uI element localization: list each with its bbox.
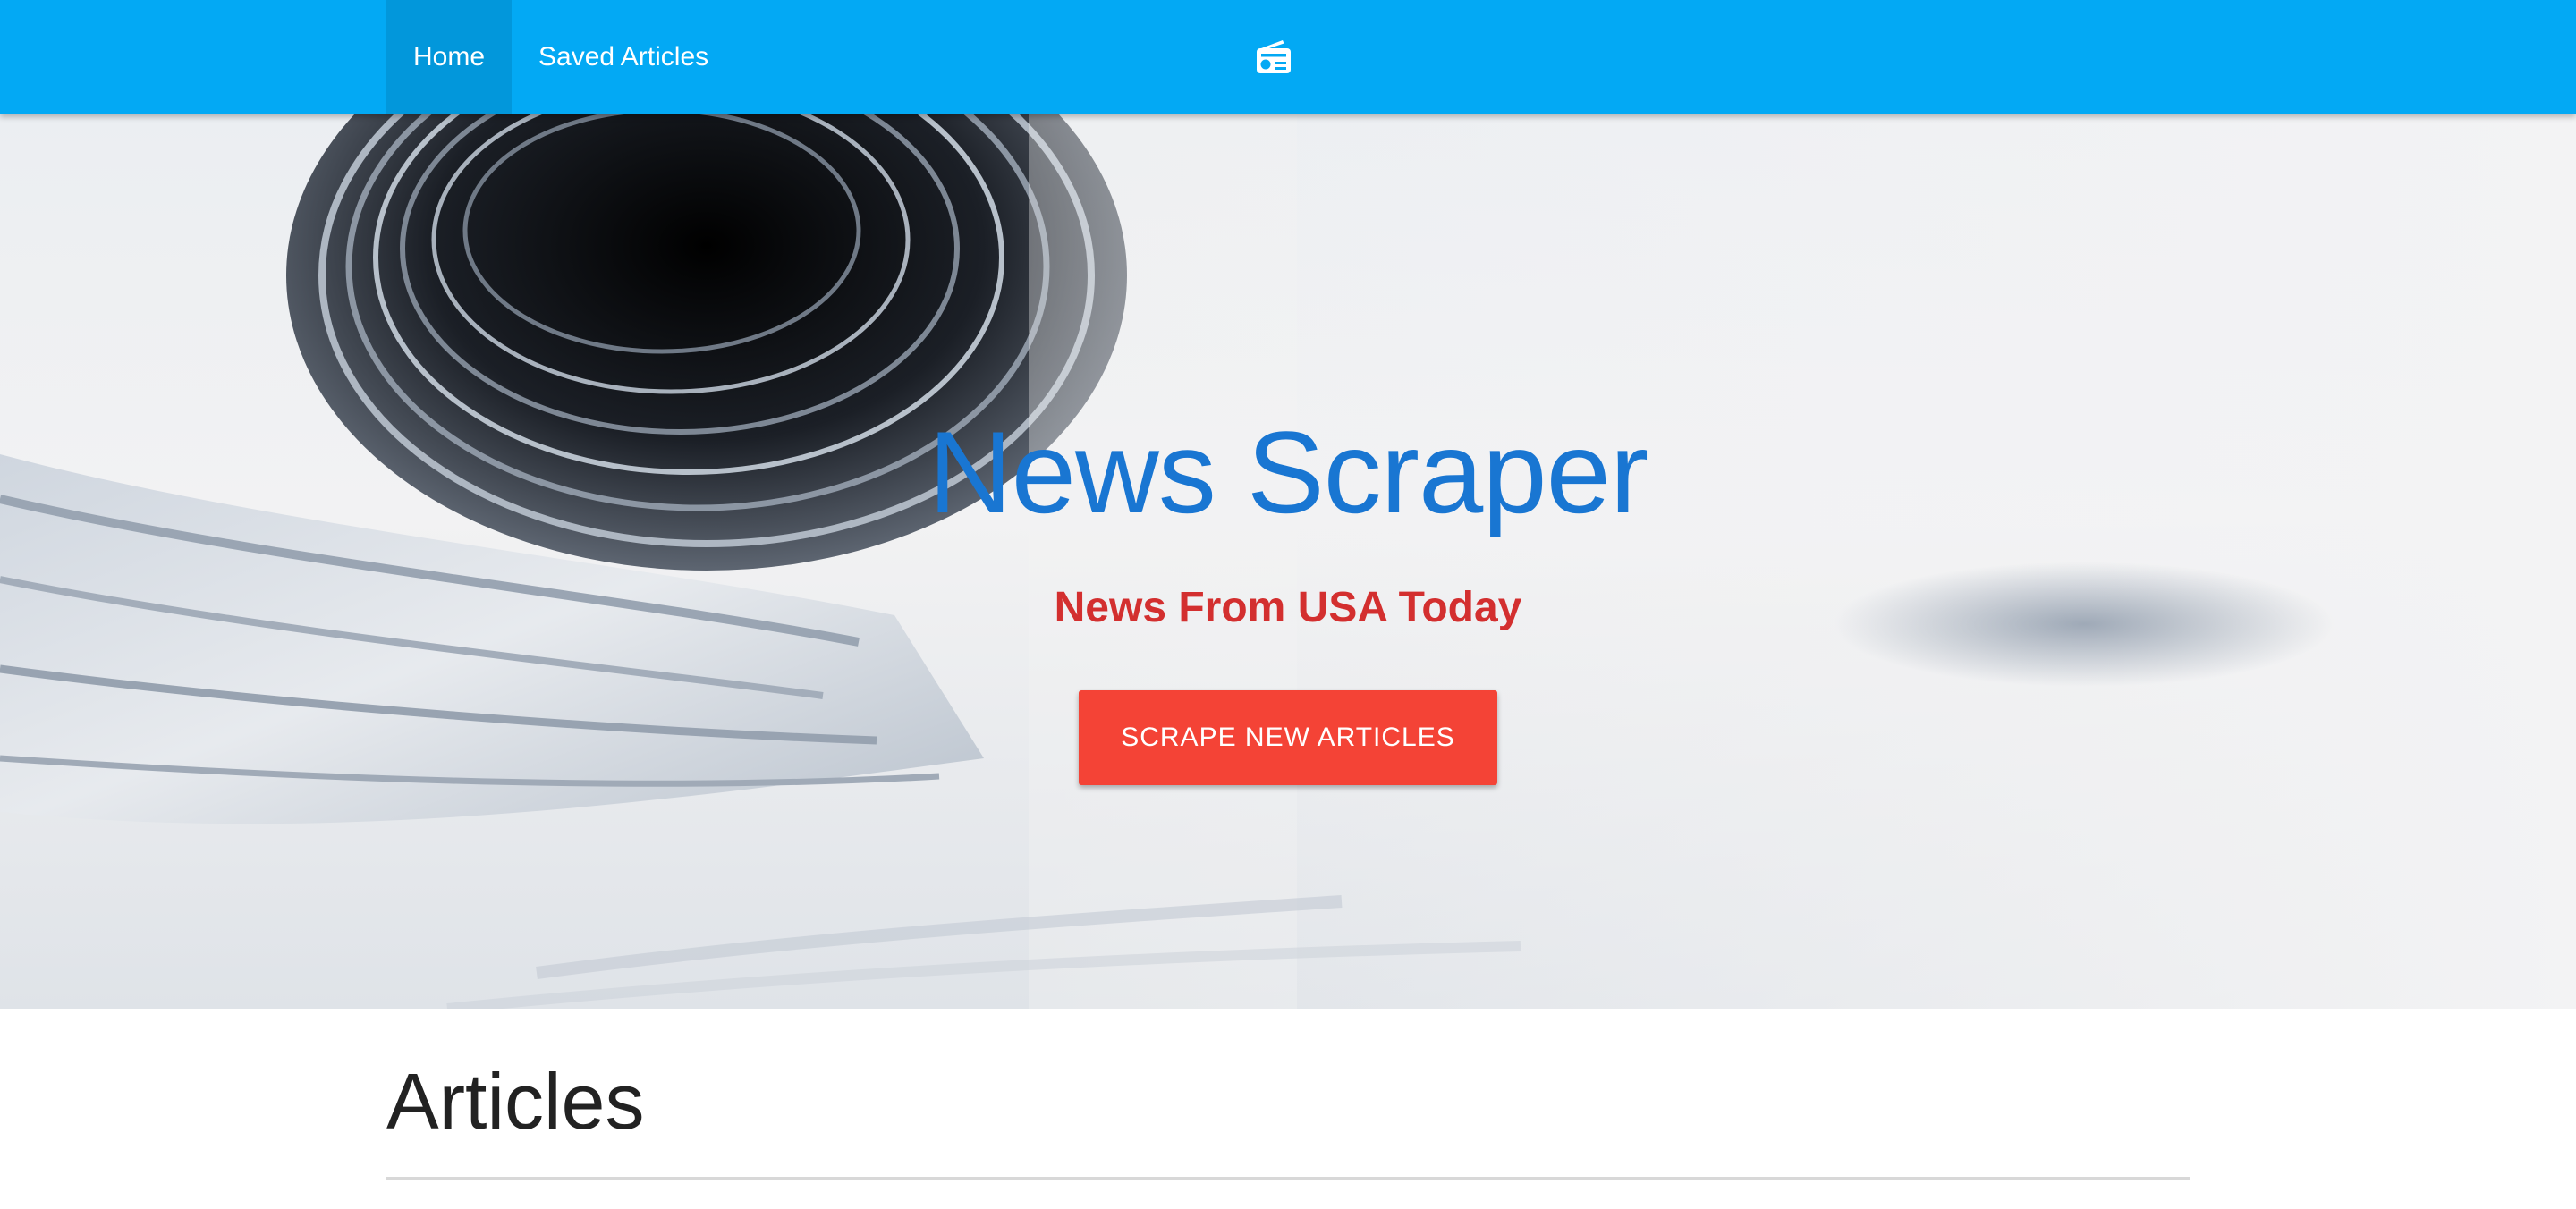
radio-icon[interactable]	[1254, 38, 1293, 77]
hero-subtitle: News From USA Today	[1054, 584, 1522, 631]
nav-saved-articles-link[interactable]: Saved Articles	[512, 0, 735, 114]
articles-divider	[386, 1177, 2190, 1180]
nav-home-link[interactable]: Home	[386, 0, 513, 114]
scrape-new-articles-button[interactable]: SCRAPE NEW ARTICLES	[1079, 690, 1497, 785]
nav-links: Home Saved Articles	[386, 0, 735, 114]
hero-banner: News Scraper News From USA Today SCRAPE …	[0, 114, 2576, 1009]
hero-title: News Scraper	[928, 407, 1648, 537]
newspaper-background-image	[0, 114, 2576, 1009]
articles-heading: Articles	[386, 1057, 645, 1146]
navbar: Home Saved Articles	[0, 0, 2576, 114]
